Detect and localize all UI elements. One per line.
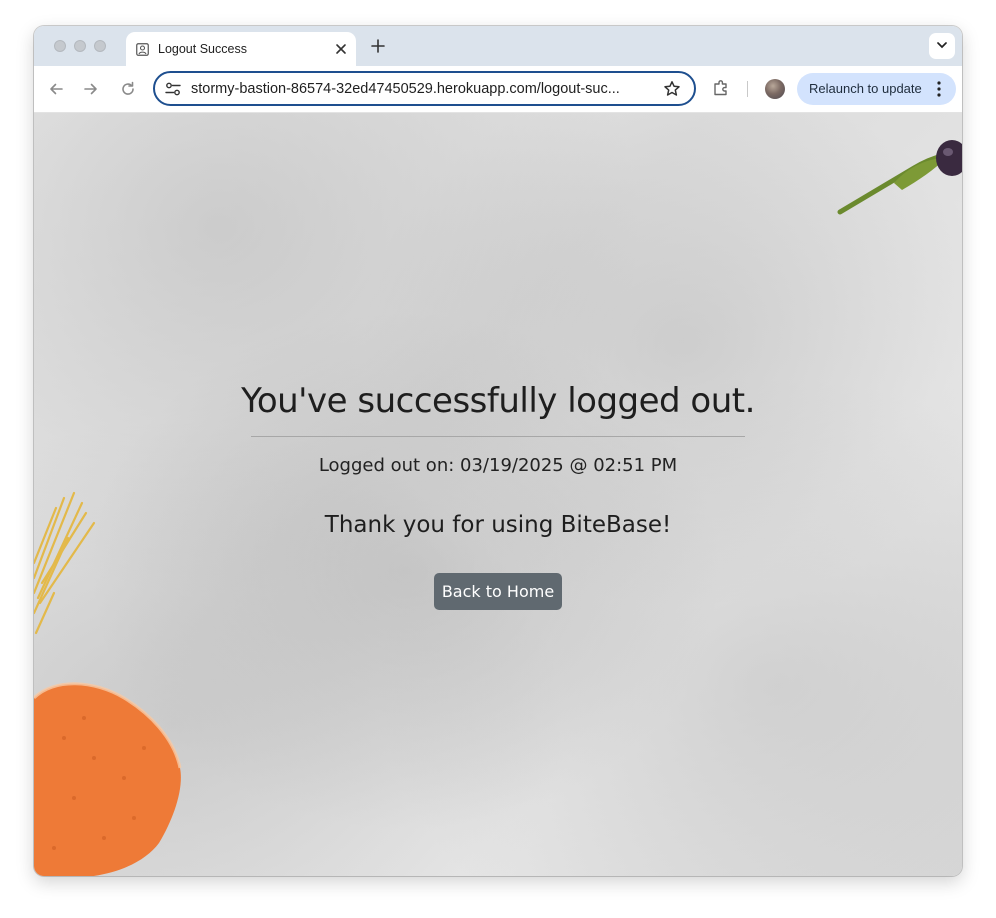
- new-tab-icon[interactable]: [370, 38, 386, 54]
- back-arrow-icon[interactable]: [48, 81, 64, 97]
- tab-search-button[interactable]: [929, 33, 955, 59]
- browser-window: Logout Success stormy-bastion-86574-32ed…: [34, 26, 962, 876]
- forward-arrow-icon[interactable]: [83, 81, 99, 97]
- browser-toolbar: stormy-bastion-86574-32ed47450529.heroku…: [34, 66, 962, 113]
- eggplant-decoration: [837, 140, 962, 215]
- close-tab-icon[interactable]: [335, 43, 347, 55]
- tab-title: Logout Success: [158, 42, 247, 56]
- more-menu-icon[interactable]: [937, 81, 941, 97]
- page-icon: [136, 43, 149, 56]
- minimize-window-button[interactable]: [74, 40, 86, 52]
- extensions-puzzle-icon[interactable]: [712, 79, 730, 97]
- address-bar[interactable]: stormy-bastion-86574-32ed47450529.heroku…: [153, 71, 696, 106]
- lentil-bag-decoration: [34, 682, 182, 876]
- back-to-home-button[interactable]: Back to Home: [434, 573, 562, 610]
- site-info-icon[interactable]: [165, 82, 181, 96]
- relaunch-label: Relaunch to update: [809, 81, 922, 96]
- close-window-button[interactable]: [54, 40, 66, 52]
- spaghetti-decoration: [34, 491, 96, 635]
- page-content: You've successfully logged out. Logged o…: [34, 113, 962, 876]
- zoom-window-button[interactable]: [94, 40, 106, 52]
- bookmark-star-icon[interactable]: [663, 80, 681, 98]
- reload-icon[interactable]: [120, 81, 136, 97]
- relaunch-to-update-button[interactable]: Relaunch to update: [797, 73, 956, 105]
- title-divider: [251, 436, 745, 437]
- toolbar-separator: [747, 81, 748, 97]
- tab-strip: Logout Success: [34, 26, 962, 66]
- logout-timestamp: Logged out on: 03/19/2025 @ 02:51 PM: [318, 455, 678, 476]
- thank-you-message: Thank you for using BiteBase!: [324, 512, 672, 538]
- profile-avatar[interactable]: [765, 79, 785, 99]
- tab-logout-success[interactable]: Logout Success: [126, 32, 356, 66]
- page-title: You've successfully logged out.: [241, 381, 755, 421]
- url-text[interactable]: stormy-bastion-86574-32ed47450529.heroku…: [191, 81, 647, 97]
- chevron-down-icon: [937, 42, 947, 49]
